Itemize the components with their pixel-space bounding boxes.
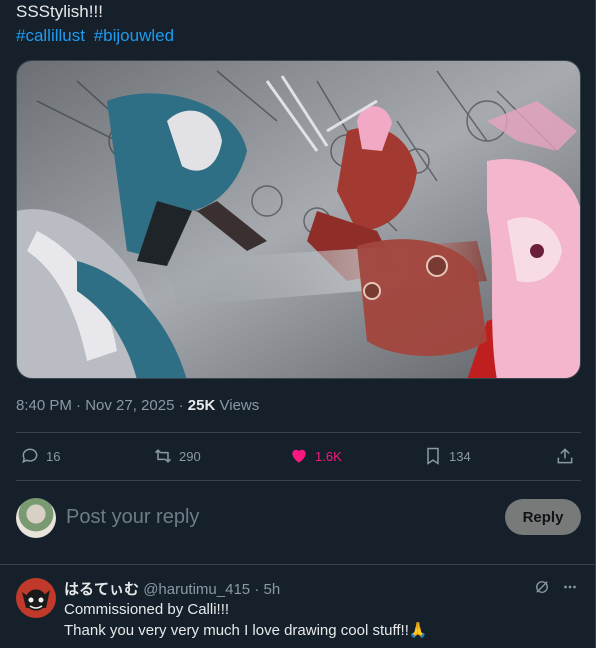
repost-icon (154, 449, 172, 463)
reply-header: はるてぃむ @harutimu_415 · 5h (64, 578, 280, 599)
reply-text: Commissioned by Calli!!! Thank you very … (64, 599, 428, 641)
reply-author-name[interactable]: はるてぃむ (64, 581, 139, 598)
compose-reply: Post your reply Reply (16, 496, 581, 542)
tweet-text: SSStylish!!! #callillust #bijouwled (16, 0, 178, 48)
grok-icon[interactable] (533, 578, 551, 596)
tweet-time[interactable]: 8:40 PM (16, 397, 72, 414)
reply-time[interactable]: 5h (264, 581, 281, 598)
meta-dot: · (254, 581, 260, 598)
repost-count: 290 (179, 448, 201, 464)
reply-button[interactable]: Reply (505, 499, 581, 535)
reply-line: Commissioned by Calli!!! (64, 601, 230, 618)
reply-action[interactable]: 16 (20, 440, 60, 472)
bookmark-icon (427, 447, 439, 465)
reply-avatar[interactable] (16, 578, 56, 618)
reply-count: 16 (46, 448, 61, 464)
divider-bottom (16, 480, 581, 481)
hashtag-link[interactable]: #bijouwled (94, 26, 174, 45)
reply-author-handle[interactable]: @harutimu_415 (143, 581, 250, 598)
reply-line: Thank you very very much I love drawing … (64, 622, 428, 639)
more-icon[interactable] (561, 578, 579, 596)
like-count: 1.6K (315, 448, 342, 464)
tweet-date[interactable]: Nov 27, 2025 (85, 397, 174, 414)
bookmark-action[interactable]: 134 (423, 440, 471, 472)
heart-icon (292, 449, 306, 463)
meta-dot: · (76, 397, 86, 414)
avatar-art (22, 590, 50, 609)
share-icon (557, 448, 573, 464)
action-bar: 16 290 1.6K 134 (16, 440, 581, 472)
tweet-meta: 8:40 PM · Nov 27, 2025 · 25K Views (16, 397, 259, 414)
like-action[interactable]: 1.6K (289, 440, 342, 472)
views-count: 25K (187, 397, 216, 414)
reply-icon (22, 448, 38, 464)
divider-thread (0, 564, 595, 565)
hashtag-list: #callillust #bijouwled (16, 24, 178, 48)
tweet-media[interactable] (16, 60, 581, 379)
repost-action[interactable]: 290 (153, 440, 201, 472)
bookmark-count: 134 (449, 448, 471, 464)
divider-top (16, 432, 581, 433)
reply-toolbar (533, 578, 579, 596)
reply-input[interactable]: Post your reply (66, 506, 199, 529)
illustration (17, 61, 580, 378)
tweet-body: SSStylish!!! (16, 2, 103, 21)
share-action[interactable] (555, 440, 581, 472)
meta-dot: · (178, 397, 188, 414)
reply-post[interactable]: はるてぃむ @harutimu_415 · 5h Commissioned by… (0, 566, 595, 648)
hashtag-link[interactable]: #callillust (16, 26, 85, 45)
avatar[interactable] (16, 498, 56, 538)
views-label: Views (219, 397, 260, 414)
